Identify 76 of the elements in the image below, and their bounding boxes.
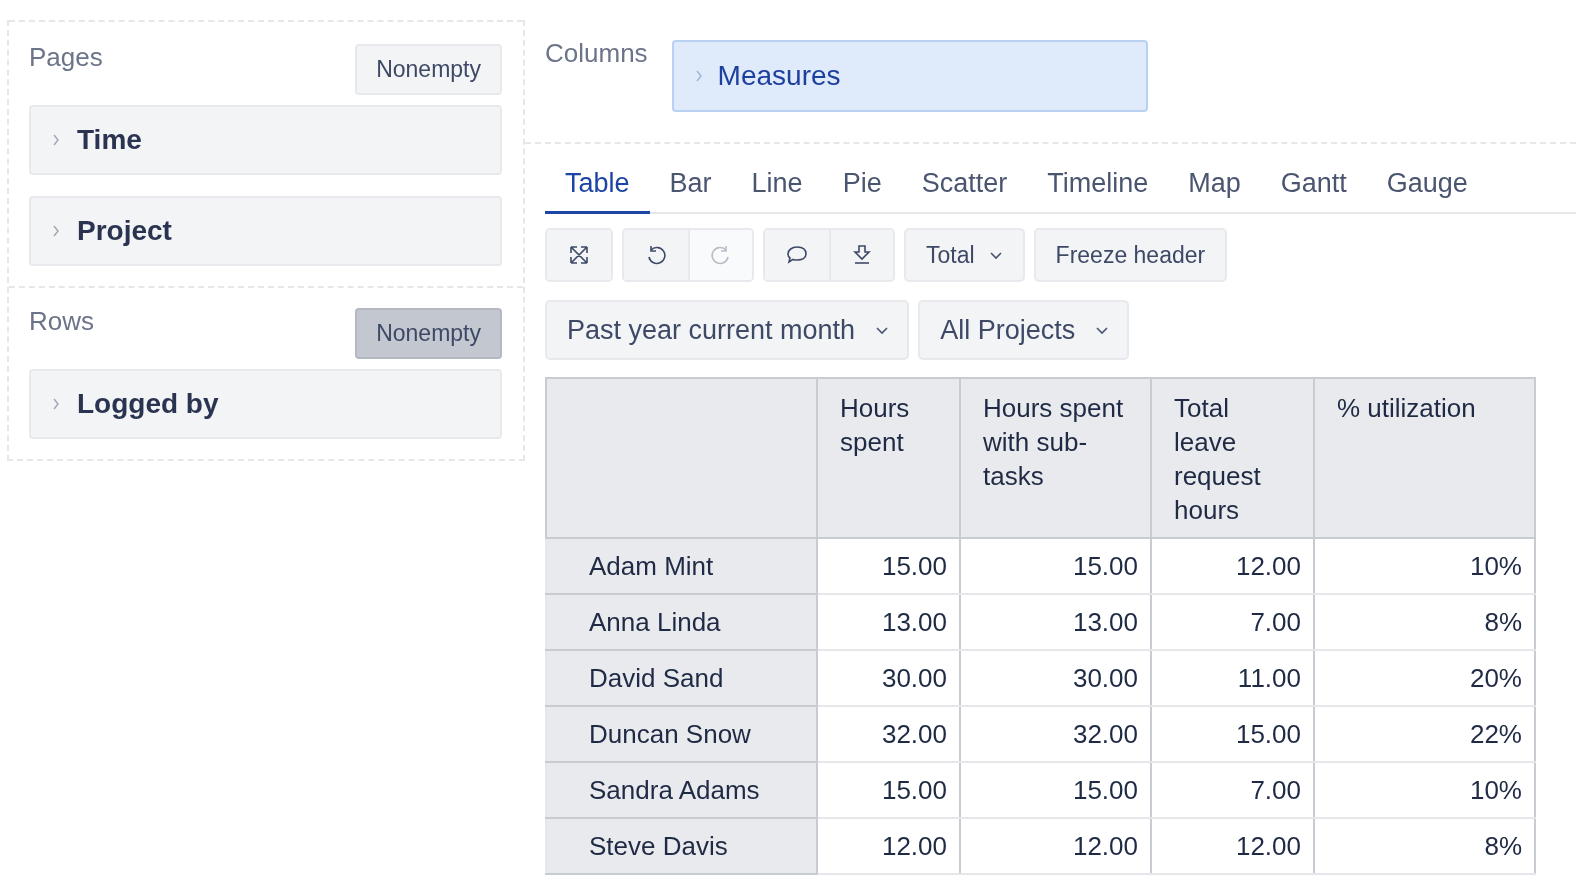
filter-dropdown[interactable]: Past year current month [545, 300, 910, 360]
dimension-item[interactable]: Logged by [29, 369, 502, 439]
table-cell: 10% [1314, 538, 1535, 594]
table-cell: 8% [1314, 818, 1535, 874]
row-header: Anna Linda [546, 594, 817, 650]
table-cell: 12.00 [817, 818, 960, 874]
table-cell: 12.00 [960, 818, 1151, 874]
dimension-label: Measures [717, 60, 841, 92]
table-cell: 15.00 [1151, 706, 1314, 762]
table-cell: 32.00 [960, 706, 1151, 762]
chevron-right-icon [693, 69, 704, 83]
total-dropdown[interactable]: Total [904, 228, 1025, 282]
table-cell: 32.00 [817, 706, 960, 762]
table-cell: 15.00 [817, 762, 960, 818]
dimension-item[interactable]: Measures [671, 40, 1148, 112]
chart-tab[interactable]: Bar [649, 162, 732, 214]
table-cell: 30.00 [817, 650, 960, 706]
row-header: Duncan Snow [546, 706, 817, 762]
table-cell: 15.00 [960, 762, 1151, 818]
nonempty-toggle[interactable]: Nonempty [355, 308, 502, 359]
column-header: Total leave request hours [1151, 378, 1314, 538]
table-cell: 20% [1314, 650, 1535, 706]
chart-tab[interactable]: Gantt [1260, 162, 1367, 214]
table-cell: 12.00 [1151, 538, 1314, 594]
table-cell: 12.00 [1151, 818, 1314, 874]
section-title: Rows [29, 306, 94, 337]
table-cell: 7.00 [1151, 762, 1314, 818]
chevron-right-icon [51, 224, 61, 238]
column-header: % utilization [1314, 378, 1535, 538]
column-header: Hours spent [817, 378, 960, 538]
undo-icon [645, 244, 667, 266]
toolbar-button[interactable] [624, 230, 688, 280]
section-title: Columns [545, 38, 648, 69]
chevron-down-icon [1095, 324, 1110, 336]
chevron-down-icon [875, 324, 890, 336]
chevron-right-icon [51, 397, 61, 411]
chart-tab[interactable]: Map [1168, 162, 1261, 214]
speech-bubble-icon [786, 244, 808, 266]
table-cell: 8% [1314, 594, 1535, 650]
table-cell: 15.00 [960, 538, 1151, 594]
download-icon [851, 244, 873, 266]
nonempty-toggle[interactable]: Nonempty [355, 44, 502, 95]
table-cell: 22% [1314, 706, 1535, 762]
toolbar-button[interactable] [765, 230, 829, 280]
chevron-down-icon [988, 249, 1003, 261]
freeze-header-button[interactable]: Freeze header [1033, 228, 1228, 282]
column-header: Hours spent with sub-tasks [960, 378, 1151, 538]
row-header: Steve Davis [546, 818, 817, 874]
table-cell: 7.00 [1151, 594, 1314, 650]
chevron-right-icon [51, 133, 61, 147]
section-title: Pages [29, 42, 103, 73]
row-header: Adam Mint [546, 538, 817, 594]
chart-tab[interactable]: Gauge [1366, 162, 1488, 214]
toolbar-button[interactable] [829, 230, 893, 280]
chart-tab[interactable]: Pie [822, 162, 902, 214]
dimension-item[interactable]: Time [29, 105, 502, 175]
dimension-label: Logged by [77, 388, 219, 420]
dimension-label: Project [77, 215, 172, 247]
chart-tab[interactable]: Scatter [901, 162, 1028, 214]
table-cell: 10% [1314, 762, 1535, 818]
chart-tab[interactable]: Line [731, 162, 823, 214]
dimension-item[interactable]: Project [29, 196, 502, 266]
dimension-label: Time [77, 124, 142, 156]
table-cell: 15.00 [817, 538, 960, 594]
row-header: Sandra Adams [546, 762, 817, 818]
table-cell: 11.00 [1151, 650, 1314, 706]
table-cell: 13.00 [817, 594, 960, 650]
redo-icon [710, 244, 732, 266]
table-cell: 30.00 [960, 650, 1151, 706]
table-cell: 13.00 [960, 594, 1151, 650]
filter-dropdown[interactable]: All Projects [918, 300, 1130, 360]
chart-tab[interactable]: Timeline [1027, 162, 1169, 214]
toolbar-button[interactable] [547, 230, 611, 280]
expand-icon [568, 244, 590, 266]
row-header: David Sand [546, 650, 817, 706]
chart-tab[interactable]: Table [545, 162, 650, 214]
